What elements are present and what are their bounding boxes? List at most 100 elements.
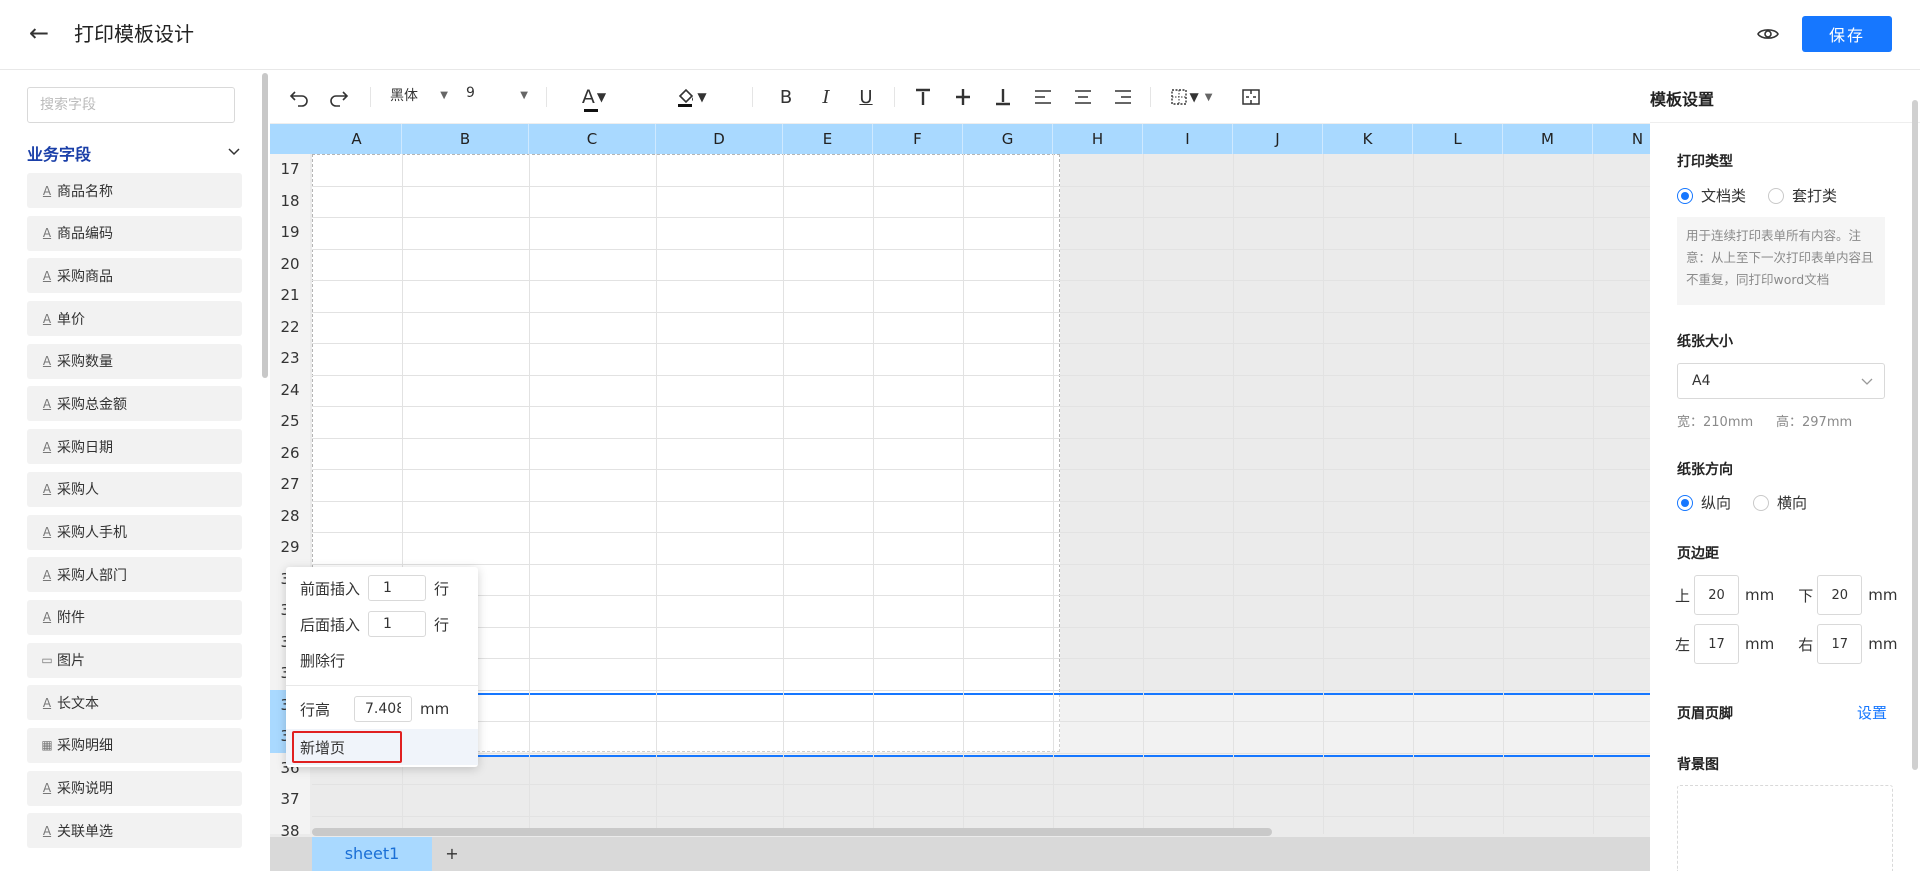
row-header-cell[interactable]: 24 [270,375,310,407]
column-header-cell[interactable]: G [963,124,1053,154]
field-item[interactable]: A 关联单选 [27,813,242,849]
merge-cells-icon[interactable] [1240,83,1262,111]
right-scrollbar[interactable] [1912,100,1918,770]
sheet-tab[interactable]: sheet1 [312,837,432,871]
row-height-input[interactable] [354,696,413,722]
font-color-button[interactable]: A ▼ [574,83,614,112]
column-header-cell[interactable]: C [529,124,656,154]
row-header-cell[interactable]: 27 [270,469,310,501]
insert-before-row[interactable]: 前面插入 行 [286,570,478,606]
grid-column-line [529,154,530,834]
field-item[interactable]: A 采购人部门 [27,557,242,593]
fill-color-button[interactable]: ▼ [668,83,716,111]
column-header-cell[interactable]: M [1503,124,1593,154]
column-header-cell[interactable]: B [402,124,529,154]
row-header-cell[interactable]: 28 [270,501,310,533]
add-sheet-button[interactable]: + [442,837,462,871]
align-right-icon[interactable] [1112,83,1134,111]
bold-icon[interactable]: B [774,83,798,111]
save-button[interactable]: 保存 [1802,16,1892,52]
margin-unit: mm [1868,635,1898,653]
insert-after-row[interactable]: 后面插入 行 [286,606,478,642]
row-header-cell[interactable]: 37 [270,784,310,816]
cell-grid[interactable] [312,154,1650,848]
orientation-option-portrait[interactable]: 纵向 [1677,492,1731,513]
insert-after-count-input[interactable] [368,611,427,637]
field-item[interactable]: A 附件 [27,599,242,635]
redo-icon[interactable] [328,83,350,111]
field-item[interactable]: A 采购日期 [27,429,242,465]
border-button[interactable]: ▼ ▼ [1166,83,1216,111]
field-item[interactable]: A 长文本 [27,685,242,721]
eye-icon[interactable] [1756,22,1780,46]
radio-unchecked-icon[interactable] [1753,494,1770,511]
row-header-cell[interactable]: 20 [270,249,310,281]
margin-left-input[interactable] [1694,624,1740,664]
row-header-cell[interactable]: 29 [270,532,310,564]
font-size-select[interactable]: 9 ▼ [466,85,528,109]
italic-icon[interactable]: I [814,83,838,111]
column-header-cell[interactable]: L [1413,124,1503,154]
margin-right-input[interactable] [1817,624,1863,664]
row-header-cell[interactable]: 23 [270,343,310,375]
field-item[interactable]: A 单价 [27,301,242,337]
align-middle-icon[interactable] [952,83,974,111]
background-image-upload[interactable] [1677,785,1893,871]
left-scrollbar[interactable] [262,73,268,378]
row-header-cell[interactable]: 18 [270,186,310,218]
header-footer-settings-link[interactable]: 设置 [1857,702,1887,723]
horizontal-scrollbar[interactable] [312,828,1272,836]
chevron-down-icon[interactable] [226,143,242,159]
field-item[interactable]: ▭ 图片 [27,642,242,678]
radio-checked-icon[interactable] [1677,494,1693,511]
align-bottom-icon[interactable] [992,83,1014,111]
row-header-cell[interactable]: 25 [270,406,310,438]
row-header-cell[interactable]: 21 [270,280,310,312]
align-left-icon[interactable] [1032,83,1054,111]
field-item[interactable]: A 采购人 [27,471,242,507]
delete-row-menu-item[interactable]: 删除行 [286,642,478,678]
text-field-icon: A [42,311,52,326]
field-item[interactable]: A 采购说明 [27,770,242,806]
field-item[interactable]: A 采购商品 [27,258,242,294]
radio-unchecked-icon[interactable] [1768,187,1785,204]
row-header-cell[interactable]: 19 [270,217,310,249]
orientation-option-landscape[interactable]: 横向 [1753,492,1807,513]
margin-top-input[interactable] [1694,575,1740,615]
column-header-cell[interactable]: E [783,124,873,154]
field-label: 采购日期 [57,439,113,456]
search-field-input[interactable] [27,87,235,123]
column-header-cell[interactable]: K [1323,124,1413,154]
row-header-cell[interactable]: 26 [270,438,310,470]
print-type-option-document[interactable]: 文档类 [1677,185,1746,206]
field-item[interactable]: A 采购人手机 [27,514,242,550]
column-header-cell[interactable]: H [1053,124,1143,154]
column-header-cell[interactable]: A [312,124,402,154]
field-item[interactable]: A 采购总金额 [27,386,242,422]
column-header-cell[interactable]: J [1233,124,1323,154]
field-label: 采购数量 [57,354,113,371]
field-item[interactable]: A 商品编码 [27,215,242,251]
back-arrow-icon[interactable]: ← [26,20,52,46]
column-header-cell[interactable]: D [656,124,783,154]
font-family-select[interactable]: 黑体 ▼ [390,85,448,109]
align-top-icon[interactable] [912,83,934,111]
row-header-cell[interactable]: 17 [270,154,310,186]
column-header-cell[interactable]: N [1593,124,1650,154]
paper-size-select[interactable]: A4 [1677,363,1885,399]
row-height-row[interactable]: 行高 mm [286,691,478,727]
undo-icon[interactable] [288,83,310,111]
print-type-option-overlay[interactable]: 套打类 [1768,185,1837,206]
margin-bottom-input[interactable] [1817,575,1863,615]
insert-before-count-input[interactable] [368,575,427,601]
field-item[interactable]: A 商品名称 [27,173,242,208]
radio-checked-icon[interactable] [1677,187,1693,204]
align-center-icon[interactable] [1072,83,1094,111]
field-item[interactable]: ▦ 采购明细 [27,727,242,763]
field-item[interactable]: A 采购数量 [27,343,242,379]
field-group-header[interactable]: 业务字段 [27,141,242,167]
row-header-cell[interactable]: 22 [270,312,310,344]
underline-icon[interactable]: U [854,83,878,111]
column-header-cell[interactable]: F [873,124,963,154]
column-header-cell[interactable]: I [1143,124,1233,154]
